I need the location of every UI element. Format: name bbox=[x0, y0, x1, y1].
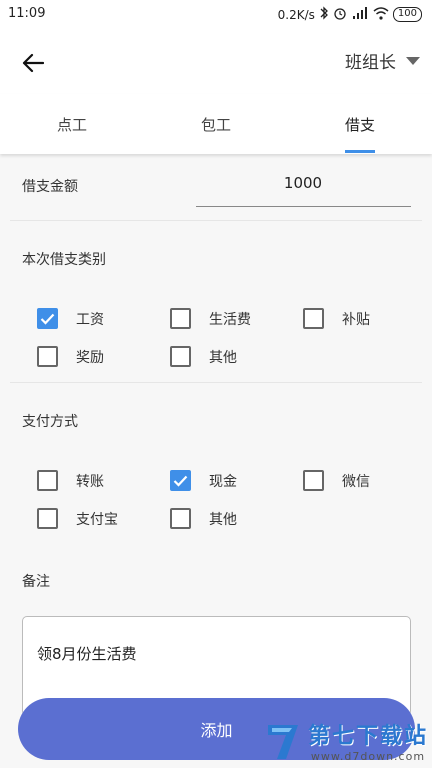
checkbox-unchecked-icon bbox=[37, 470, 58, 491]
checkbox-label: 工资 bbox=[76, 311, 104, 328]
tab-contract-work[interactable]: 包工 bbox=[144, 94, 288, 154]
back-arrow-icon bbox=[22, 53, 44, 73]
checkbox-subsidy[interactable]: 补贴 bbox=[303, 308, 370, 329]
back-button[interactable] bbox=[16, 46, 50, 80]
divider bbox=[10, 382, 422, 383]
checkbox-wage[interactable]: 工资 bbox=[37, 308, 104, 329]
checkbox-label: 转账 bbox=[76, 473, 104, 490]
network-speed: 0.2K/s bbox=[277, 7, 315, 22]
checkbox-label: 奖励 bbox=[76, 349, 104, 366]
status-icons: 0.2K/s 100 bbox=[278, 6, 422, 23]
checkbox-label: 生活费 bbox=[209, 311, 251, 328]
checkbox-checked-icon bbox=[37, 308, 58, 329]
checkbox-label: 支付宝 bbox=[76, 511, 118, 528]
alarm-icon bbox=[333, 6, 347, 23]
checkbox-unchecked-icon bbox=[170, 308, 191, 329]
checkbox-label: 现金 bbox=[209, 473, 237, 490]
battery-icon: 100 bbox=[392, 7, 422, 22]
checkbox-unchecked-icon bbox=[303, 308, 324, 329]
app-bar: 班组长 bbox=[0, 30, 432, 94]
amount-underline bbox=[196, 206, 411, 207]
checkbox-unchecked-icon bbox=[303, 470, 324, 491]
checkbox-label: 补贴 bbox=[342, 311, 370, 328]
loan-type-label: 本次借支类别 bbox=[22, 252, 106, 268]
checkbox-label: 微信 bbox=[342, 473, 370, 490]
signal-icon bbox=[351, 6, 369, 23]
checkbox-alipay[interactable]: 支付宝 bbox=[37, 508, 118, 529]
add-button-label: 添加 bbox=[200, 721, 233, 740]
checkbox-transfer[interactable]: 转账 bbox=[37, 470, 104, 491]
status-bar: 11:09 0.2K/s 100 bbox=[0, 0, 432, 30]
checkbox-wechat[interactable]: 微信 bbox=[303, 470, 370, 491]
checkbox-label: 其他 bbox=[209, 349, 237, 366]
watermark: 第七下载站 www.d7down.com bbox=[264, 718, 428, 763]
checkbox-unchecked-icon bbox=[170, 508, 191, 529]
tab-day-work[interactable]: 点工 bbox=[0, 94, 144, 154]
checkbox-other-type[interactable]: 其他 bbox=[170, 346, 237, 367]
status-time: 11:09 bbox=[8, 6, 46, 21]
tab-bar: 点工 包工 借支 bbox=[0, 94, 432, 154]
watermark-logo-icon bbox=[267, 724, 298, 759]
checkbox-checked-icon bbox=[170, 470, 191, 491]
note-label: 备注 bbox=[22, 574, 50, 590]
amount-input[interactable]: 1000 bbox=[196, 174, 410, 192]
payment-label: 支付方式 bbox=[22, 414, 78, 430]
checkbox-living-expense[interactable]: 生活费 bbox=[170, 308, 251, 329]
checkbox-unchecked-icon bbox=[37, 508, 58, 529]
bluetooth-icon bbox=[319, 6, 329, 23]
checkbox-bonus[interactable]: 奖励 bbox=[37, 346, 104, 367]
role-label: 班组长 bbox=[345, 53, 396, 73]
checkbox-unchecked-icon bbox=[170, 346, 191, 367]
wifi-icon bbox=[373, 6, 389, 23]
watermark-url: www.d7down.com bbox=[310, 750, 426, 763]
note-text: 领8月份生活费 bbox=[37, 645, 137, 663]
amount-label: 借支金额 bbox=[22, 179, 78, 195]
active-tab-indicator bbox=[345, 150, 375, 153]
watermark-title: 第七下载站 bbox=[307, 724, 428, 749]
checkbox-label: 其他 bbox=[209, 511, 237, 528]
checkbox-other-payment[interactable]: 其他 bbox=[170, 508, 237, 529]
caret-down-icon bbox=[406, 56, 420, 65]
tab-loan[interactable]: 借支 bbox=[288, 94, 432, 154]
role-dropdown[interactable]: 班组长 bbox=[345, 48, 420, 73]
divider bbox=[10, 220, 422, 221]
checkbox-unchecked-icon bbox=[37, 346, 58, 367]
checkbox-cash[interactable]: 现金 bbox=[170, 470, 237, 491]
